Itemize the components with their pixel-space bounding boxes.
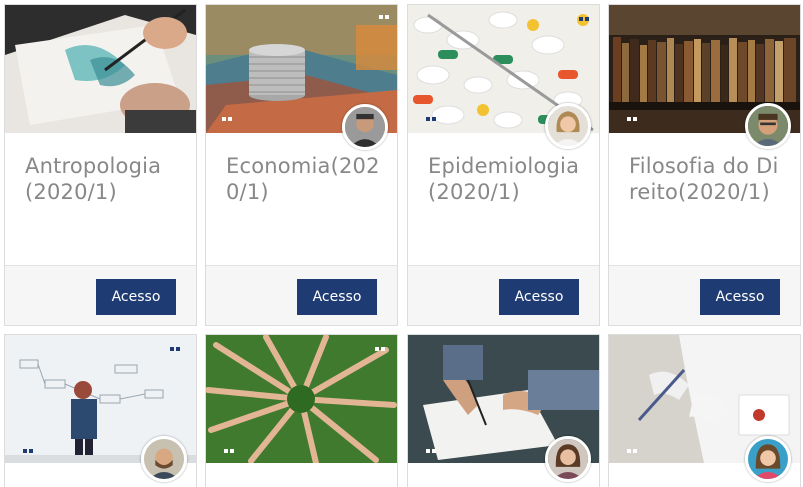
course-card[interactable]: Filosofia do Direito(2020/1) Acesso xyxy=(608,4,801,326)
course-card[interactable] xyxy=(407,334,600,487)
card-footer: Acesso xyxy=(408,265,599,325)
instructor-avatar[interactable] xyxy=(141,436,187,482)
course-title[interactable]: Epidemiologia(2020/1) xyxy=(428,153,585,205)
instructor-avatar[interactable] xyxy=(745,436,791,482)
course-card[interactable]: Epidemiologia(2020/1) Acesso xyxy=(407,4,600,326)
course-card[interactable]: Antropologia (2020/1) Acesso xyxy=(4,4,197,326)
course-card[interactable]: Economia(2020/1) Acesso xyxy=(205,4,398,326)
access-button[interactable]: Acesso xyxy=(700,279,780,315)
decor-dots xyxy=(224,449,234,453)
decor-dots xyxy=(379,15,389,19)
card-footer: Acesso xyxy=(206,265,397,325)
card-footer: Acesso xyxy=(609,265,800,325)
course-card[interactable] xyxy=(608,334,801,487)
decor-dots xyxy=(426,449,436,453)
instructor-avatar[interactable] xyxy=(342,104,388,150)
course-image xyxy=(5,5,196,133)
access-button[interactable]: Acesso xyxy=(297,279,377,315)
course-title[interactable]: Economia(2020/1) xyxy=(226,153,383,205)
access-button[interactable]: Acesso xyxy=(96,279,176,315)
decor-dots xyxy=(375,347,385,351)
decor-dots xyxy=(23,449,33,453)
course-title[interactable]: Filosofia do Direito(2020/1) xyxy=(629,153,786,205)
decor-dots xyxy=(222,117,232,121)
course-title[interactable]: Antropologia (2020/1) xyxy=(25,153,182,205)
course-card[interactable] xyxy=(4,334,197,487)
decor-dots xyxy=(579,17,589,21)
access-button[interactable]: Acesso xyxy=(499,279,579,315)
instructor-avatar[interactable] xyxy=(545,103,591,149)
card-footer: Acesso xyxy=(5,265,196,325)
decor-dots xyxy=(170,347,180,351)
instructor-avatar[interactable] xyxy=(745,103,791,149)
decor-dots xyxy=(426,117,436,121)
course-card[interactable] xyxy=(205,334,398,487)
decor-dots xyxy=(627,449,637,453)
course-image xyxy=(206,335,397,463)
decor-dots xyxy=(627,117,637,121)
instructor-avatar[interactable] xyxy=(545,436,591,482)
